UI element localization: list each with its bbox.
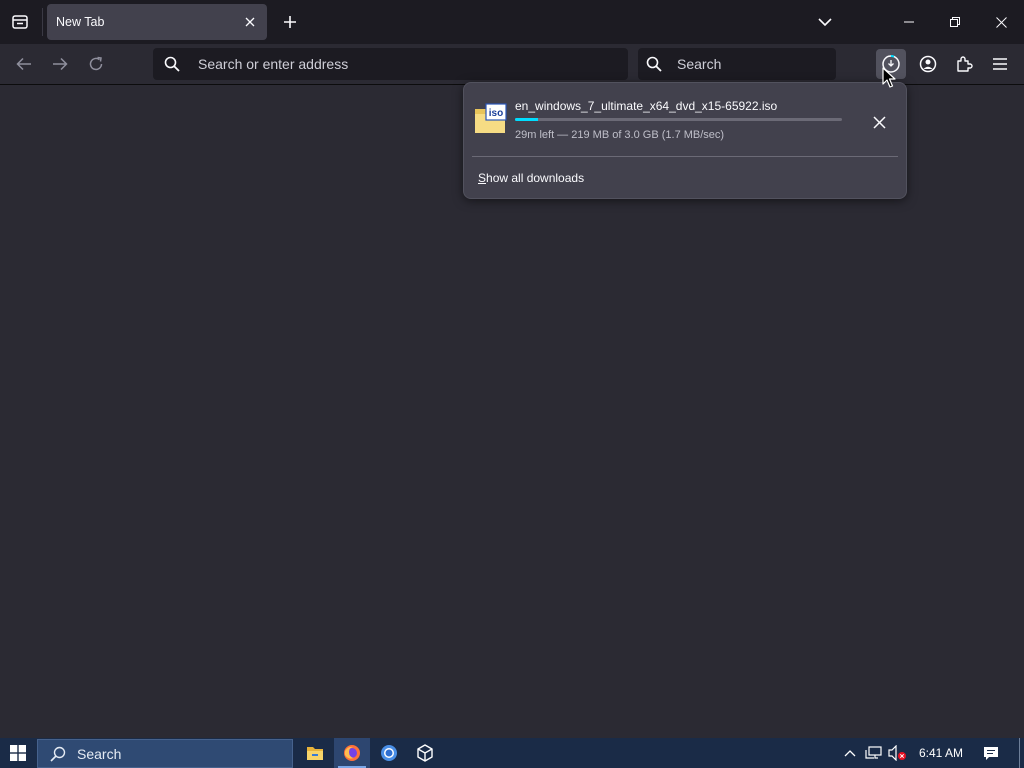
notification-icon xyxy=(984,746,998,760)
taskbar-package-app[interactable] xyxy=(407,738,443,768)
reload-button[interactable] xyxy=(81,50,111,78)
search-icon xyxy=(646,56,668,72)
new-tab-button[interactable] xyxy=(276,8,304,36)
package-icon xyxy=(417,744,433,762)
tab-close-button[interactable] xyxy=(241,13,259,31)
back-button[interactable] xyxy=(9,50,39,78)
close-icon xyxy=(872,115,886,129)
show-all-downloads-accesskey: S xyxy=(478,171,487,185)
reload-icon xyxy=(89,56,103,71)
minimize-icon xyxy=(904,21,914,23)
hamburger-menu-icon xyxy=(993,58,1007,70)
download-item[interactable]: iso en_windows_7_ultimate_x64_dvd_x15-65… xyxy=(464,83,906,155)
search-icon xyxy=(50,746,68,762)
puzzle-piece-icon xyxy=(957,56,973,72)
close-window-button[interactable] xyxy=(978,0,1024,44)
chevron-down-icon xyxy=(818,18,832,27)
forward-button[interactable] xyxy=(45,50,75,78)
panel-separator xyxy=(472,156,898,157)
tab-strip: New Tab xyxy=(0,0,1024,44)
arrow-right-icon xyxy=(53,57,68,71)
firefox-view-button[interactable] xyxy=(6,8,34,36)
volume-muted-icon xyxy=(888,745,906,761)
plus-icon xyxy=(284,16,296,28)
mouse-cursor-icon xyxy=(882,67,896,88)
tab-separator xyxy=(42,8,43,36)
arrow-left-icon xyxy=(16,57,31,71)
account-button[interactable] xyxy=(913,49,943,79)
volume-tray-button[interactable] xyxy=(887,738,909,768)
download-filename: en_windows_7_ultimate_x64_dvd_x15-65922.… xyxy=(515,99,778,113)
show-desktop-button[interactable] xyxy=(1019,738,1020,768)
iso-file-icon-label: iso xyxy=(489,108,503,119)
network-icon xyxy=(865,746,882,759)
search-bar[interactable]: Search xyxy=(638,48,836,80)
taskbar-search-placeholder: Search xyxy=(77,745,122,762)
taskbar-firefox[interactable] xyxy=(334,738,370,768)
show-all-downloads-button[interactable]: Show all downloads xyxy=(472,165,584,191)
show-all-downloads-label: how all downloads xyxy=(486,171,585,185)
close-icon xyxy=(995,16,1007,28)
download-progress-bar xyxy=(515,118,842,121)
address-bar-placeholder: Search or enter address xyxy=(198,56,349,72)
cancel-download-button[interactable] xyxy=(868,111,890,133)
search-icon xyxy=(164,56,186,72)
address-bar[interactable]: Search or enter address xyxy=(153,48,628,80)
taskbar-search-box[interactable]: Search xyxy=(37,739,293,768)
chrome-icon xyxy=(381,745,397,761)
download-status: 29m left — 219 MB of 3.0 GB (1.7 MB/sec) xyxy=(515,129,725,141)
windows-taskbar: Search 6:41 AM xyxy=(0,738,1024,768)
downloads-panel: iso en_windows_7_ultimate_x64_dvd_x15-65… xyxy=(463,82,907,199)
extensions-button[interactable] xyxy=(949,49,979,79)
minimize-button[interactable] xyxy=(886,0,932,44)
show-hidden-icons-button[interactable] xyxy=(840,738,860,768)
app-menu-button[interactable] xyxy=(985,49,1015,79)
restore-button[interactable] xyxy=(932,0,978,44)
tab-new-tab[interactable]: New Tab xyxy=(47,4,267,40)
search-bar-placeholder: Search xyxy=(677,56,722,72)
list-all-tabs-button[interactable] xyxy=(811,8,839,36)
network-tray-button[interactable] xyxy=(863,738,885,768)
iso-file-icon: iso xyxy=(474,103,508,135)
start-button[interactable] xyxy=(0,738,36,768)
firefox-icon xyxy=(344,745,360,761)
account-icon xyxy=(919,55,937,73)
windows-logo-icon xyxy=(10,745,26,761)
taskbar-clock[interactable]: 6:41 AM xyxy=(912,738,970,768)
download-progress-fill xyxy=(515,118,538,121)
restore-icon xyxy=(950,17,960,27)
action-center-button[interactable] xyxy=(978,738,1004,768)
firefox-view-icon xyxy=(12,15,28,29)
taskbar-chrome[interactable] xyxy=(371,738,407,768)
tab-title: New Tab xyxy=(56,15,105,29)
chevron-up-icon xyxy=(844,750,856,757)
close-icon xyxy=(245,17,255,27)
file-explorer-icon xyxy=(307,747,323,760)
navigation-toolbar: Search or enter address Search xyxy=(0,44,1024,85)
taskbar-file-explorer[interactable] xyxy=(297,738,333,768)
